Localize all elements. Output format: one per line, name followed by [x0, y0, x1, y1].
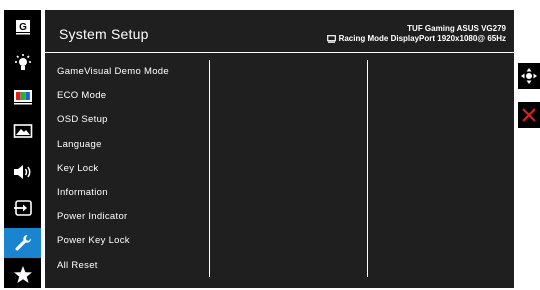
menu-item-power-key-lock[interactable]: Power Key Lock — [57, 235, 207, 259]
column-divider-left — [209, 60, 210, 277]
menu-item-gamevisual-demo-mode[interactable]: GameVisual Demo Mode — [57, 66, 207, 90]
menu-item-osd-setup[interactable]: OSD Setup — [57, 114, 207, 138]
menu-item-key-lock[interactable]: Key Lock — [57, 163, 207, 187]
wrench-icon — [15, 234, 31, 251]
sidebar-item-sound[interactable] — [4, 157, 41, 187]
navigate-icon — [521, 68, 537, 84]
osd-sidebar: G — [4, 10, 41, 288]
sidebar-item-color[interactable] — [4, 82, 41, 112]
image-icon — [13, 124, 32, 138]
sidebar-item-image[interactable] — [4, 116, 41, 146]
brightness-icon — [14, 54, 31, 70]
status-line: Racing Mode DisplayPort 1920x1080@ 65Hz — [326, 34, 506, 43]
menu-item-eco-mode[interactable]: ECO Mode — [57, 90, 207, 114]
sidebar-item-input-select[interactable] — [4, 193, 41, 223]
sound-icon — [13, 165, 30, 179]
sidebar-item-brightness[interactable] — [4, 48, 41, 78]
monitor-icon — [326, 34, 336, 43]
page-title: System Setup — [59, 26, 149, 42]
status-text: Racing Mode DisplayPort 1920x1080@ 65Hz — [338, 34, 506, 43]
close-control[interactable] — [518, 102, 540, 128]
menu-item-language[interactable]: Language — [57, 139, 207, 163]
column-divider-right — [367, 60, 368, 277]
header-divider — [45, 52, 514, 53]
system-setup-menu: GameVisual Demo Mode ECO Mode OSD Setup … — [57, 66, 207, 284]
sidebar-item-favorites[interactable] — [4, 260, 41, 290]
menu-item-all-reset[interactable]: All Reset — [57, 260, 207, 284]
star-icon — [13, 266, 32, 283]
sidebar-item-gaming-mode[interactable]: G — [4, 12, 41, 42]
menu-item-power-indicator[interactable]: Power Indicator — [57, 211, 207, 235]
gaming-mode-icon: G — [15, 20, 30, 35]
input-select-icon — [13, 200, 32, 216]
osd-main-panel: System Setup TUF Gaming ASUS VG279 Racin… — [45, 10, 514, 288]
color-icon — [13, 90, 32, 105]
sidebar-item-system-setup[interactable] — [4, 228, 41, 258]
monitor-model: TUF Gaming ASUS VG279 — [407, 24, 506, 33]
menu-item-information[interactable]: Information — [57, 187, 207, 211]
svg-text:G: G — [19, 22, 27, 33]
close-icon — [522, 108, 536, 122]
navigate-control[interactable] — [518, 63, 540, 89]
